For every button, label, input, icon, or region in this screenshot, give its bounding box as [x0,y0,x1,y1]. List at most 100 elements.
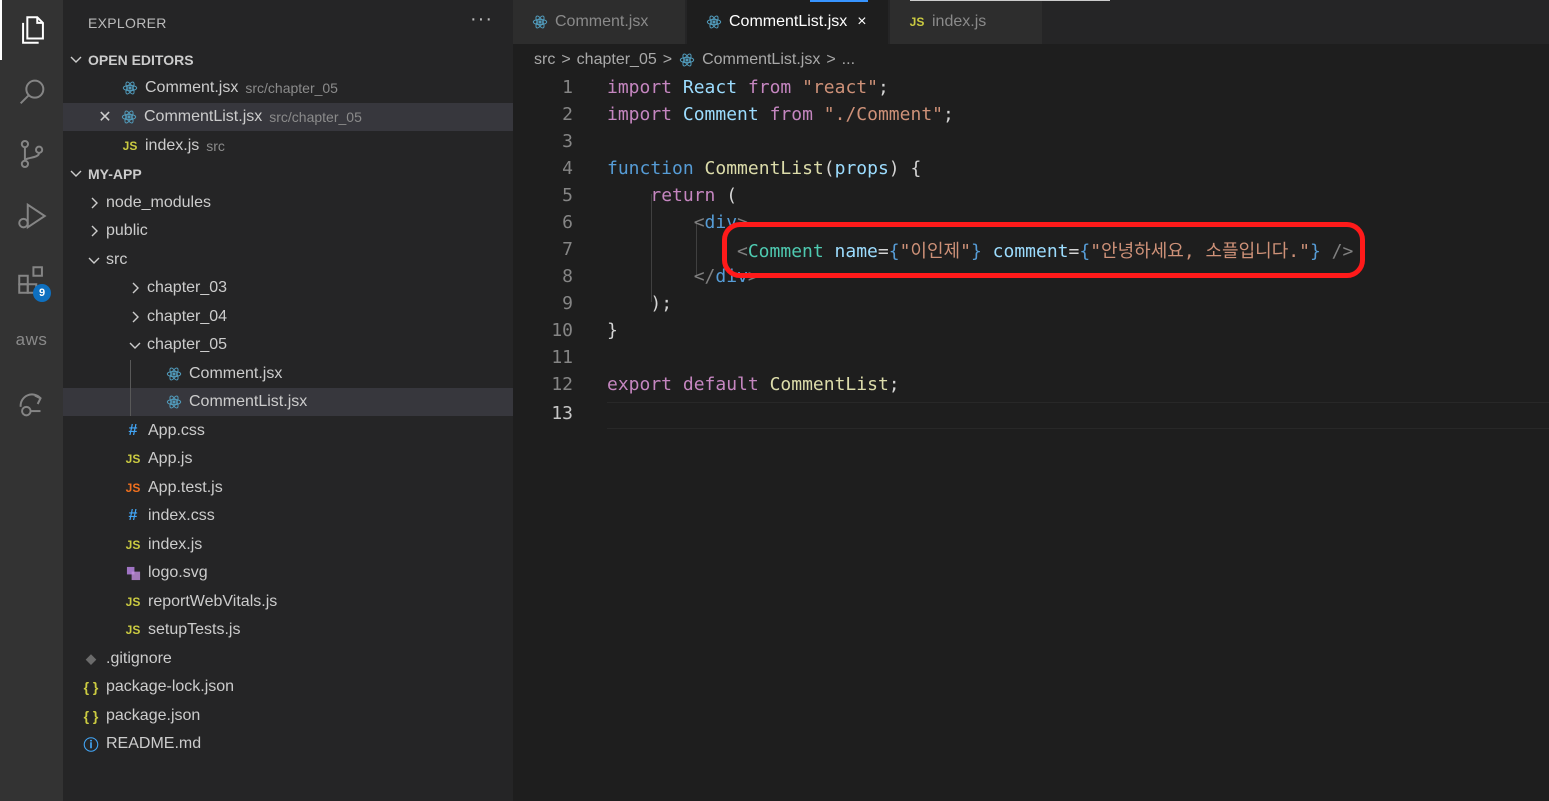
code-line: 11 [513,344,1549,371]
js-file-icon: JS [909,15,925,29]
remote-explorer-icon[interactable] [0,374,63,434]
aws-icon[interactable]: aws [0,310,63,370]
js-file-icon: JS [122,139,138,153]
tree-folder[interactable]: src [63,246,513,274]
tab-bar: Comment.jsx CommentList.jsx × JS index.j… [513,0,1549,44]
search-icon[interactable] [0,62,63,122]
active-tab-indicator [810,0,868,2]
tree-label: logo.svg [148,564,208,581]
tree-file[interactable]: { } package-lock.json [63,673,513,701]
js-test-file-icon: JS [125,481,141,495]
open-editor-path: src/chapter_05 [245,80,338,96]
line-number: 8 [562,266,573,287]
token: "react" [802,77,878,98]
open-editor-path: src [206,138,225,154]
tree-file[interactable]: logo.svg [63,559,513,587]
code-editor[interactable]: 1 import React from "react"; 2 import Co… [513,72,1549,801]
tree-label: index.js [148,536,203,553]
tree-file[interactable]: # index.css [63,502,513,530]
git-file-icon: ◆ [86,651,96,666]
token: Comment [682,104,759,125]
files-icon[interactable] [0,0,63,60]
chevron-right-icon [85,197,103,209]
breadcrumb-item[interactable]: chapter_05 [577,51,657,69]
tree-folder[interactable]: node_modules [63,189,513,217]
code-line: 2 import Comment from "./Comment"; [513,101,1549,128]
tree-label: package-lock.json [106,678,235,695]
tree-folder[interactable]: chapter_04 [63,303,513,331]
more-actions-icon[interactable]: ··· [470,8,493,31]
tree-file[interactable]: JS App.js [63,445,513,473]
tree-folder[interactable]: chapter_03 [63,274,513,302]
run-debug-icon[interactable] [0,186,63,246]
code-line: 9 ); [513,290,1549,317]
tree-file[interactable]: { } package.json [63,702,513,730]
token: from [769,104,813,125]
react-icon [705,14,723,30]
token: < [693,212,705,233]
source-control-icon[interactable] [0,124,63,184]
project-section[interactable]: MY-APP [63,161,513,187]
open-editors-section[interactable]: OPEN EDITORS [63,47,513,73]
chevron-right-icon [85,225,103,237]
line-number: 11 [551,347,573,368]
react-icon [531,14,549,30]
open-editor-item[interactable]: ✕ CommentList.jsx src/chapter_05 [63,103,513,131]
close-icon[interactable]: × [857,13,866,31]
token: } [607,320,618,341]
breadcrumb-item[interactable]: CommentList.jsx [702,51,820,69]
breadcrumb-item[interactable]: src [534,51,555,69]
token: CommentList [704,158,824,179]
token: props [834,158,889,179]
extensions-icon[interactable]: 9 [0,250,63,310]
tree-label: reportWebVitals.js [148,593,278,610]
line-number: 13 [551,403,573,424]
annotation-highlight [722,222,1365,278]
tab-comment[interactable]: Comment.jsx [513,0,686,44]
js-file-icon: JS [125,623,141,637]
open-editor-item[interactable]: Comment.jsx src/chapter_05 [63,74,513,102]
project-label: MY-APP [88,166,142,182]
chevron-right-icon [126,311,144,323]
tree-file[interactable]: JS setupTests.js [63,616,513,644]
tab-label: index.js [932,13,987,30]
token: ; [877,77,889,98]
breadcrumb-item[interactable]: ... [842,51,855,69]
tree-file[interactable]: ⓘ README.md [63,730,513,758]
tree-label: chapter_04 [147,308,228,325]
tab-index[interactable]: JS index.js [890,0,1043,44]
tree-label: public [106,222,148,239]
tree-folder[interactable]: public [63,217,513,245]
info-icon: ⓘ [83,736,99,754]
tree-label: App.test.js [148,479,223,496]
tree-label: .gitignore [106,650,172,667]
code-line: 1 import React from "react"; [513,74,1549,101]
tree-folder[interactable]: chapter_05 [63,331,513,359]
line-number: 2 [562,104,573,125]
tree-file[interactable]: JS App.test.js [63,474,513,502]
css-file-icon: # [128,507,138,524]
css-file-icon: # [128,422,138,439]
token: </ [693,266,716,287]
line-number: 12 [551,374,573,395]
open-editor-path: src/chapter_05 [269,109,362,125]
tree-file[interactable]: # App.css [63,417,513,445]
tree-file[interactable]: ◆ .gitignore [63,645,513,673]
code-line: 4 function CommentList(props) { [513,155,1549,182]
tab-top-border [910,0,1110,1]
tree-label: README.md [106,735,202,752]
chevron-down-icon [70,166,82,182]
open-editor-item[interactable]: JS index.js src [63,132,513,160]
tab-commentlist[interactable]: CommentList.jsx × [687,0,889,44]
token: CommentList [769,374,889,395]
js-file-icon: JS [125,595,141,609]
tree-file[interactable]: JS index.js [63,531,513,559]
react-icon [165,394,183,410]
line-number: 10 [551,320,573,341]
tree-file[interactable]: JS reportWebVitals.js [63,588,513,616]
activity-bar: 9 aws [0,0,63,801]
close-icon[interactable]: ✕ [96,107,114,127]
js-file-icon: JS [125,452,141,466]
open-editors-label: OPEN EDITORS [88,52,194,68]
chevron-down-icon [126,339,144,351]
